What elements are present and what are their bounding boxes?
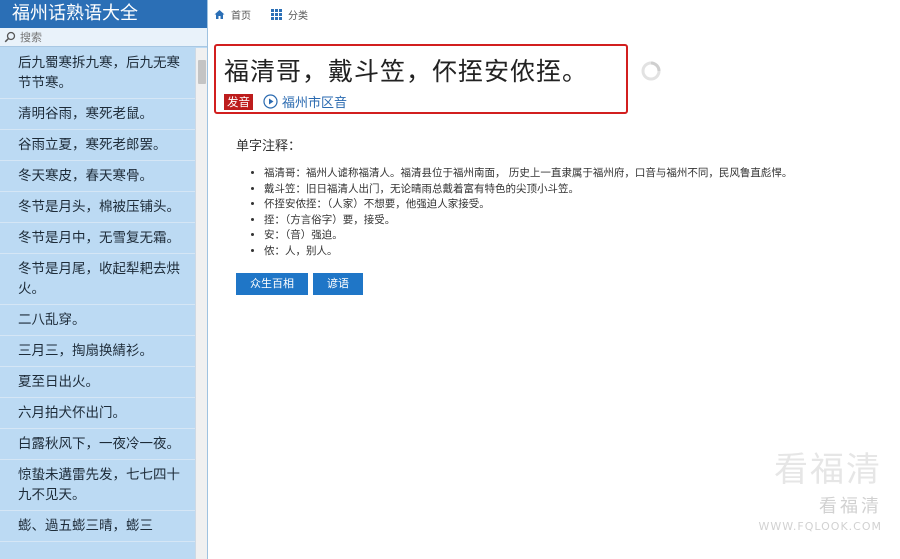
search-icon	[4, 31, 16, 43]
list-item[interactable]: 冬天寒皮，春天寒骨。	[0, 161, 196, 192]
pronunciation-row: 发音 福州市区音	[224, 92, 626, 111]
play-icon	[263, 94, 278, 109]
play-audio-button[interactable]: 福州市区音	[263, 92, 347, 111]
sidebar: 福州话熟语大全 后九蜀寒拆九寒，后九无寒节节寒。 清明谷雨，寒死老鼠。 谷雨立夏…	[0, 0, 208, 559]
list-item[interactable]: 冬节是月中，无雪复无霜。	[0, 223, 196, 254]
search-input[interactable]	[20, 30, 190, 44]
nav-category-label: 分类	[288, 10, 308, 22]
top-nav: 首页 分类	[208, 0, 900, 28]
list-item[interactable]: 蟛、過五蟛三晴，蟛三	[0, 511, 196, 542]
pronounce-badge: 发音	[224, 93, 253, 110]
list-item[interactable]: 冬节是月尾，收起犁耙去烘火。	[0, 254, 196, 305]
list-item[interactable]: 清明谷雨，寒死老鼠。	[0, 99, 196, 130]
loading-spinner-icon	[640, 60, 662, 86]
note-item: 安：（音）强迫。	[264, 228, 876, 244]
phrase-title: 福清哥，戴斗笠，伓挃安侬挃。	[224, 57, 589, 86]
list-item[interactable]: 白露秋风下，一夜冷一夜。	[0, 429, 196, 460]
note-item: 挃：（方言俗字）要，接受。	[264, 213, 876, 229]
nav-category[interactable]: 分类	[271, 7, 308, 22]
list-item[interactable]: 六月拍犬伓出门。	[0, 398, 196, 429]
list-item[interactable]: 夏至日出火。	[0, 367, 196, 398]
watermark-logo: 看福清	[774, 450, 882, 490]
watermark-url: WWW.FQLOOK.COM	[758, 520, 882, 533]
scrollbar-thumb[interactable]	[198, 60, 206, 84]
tag-buttons: 众生百相 谚语	[236, 273, 876, 295]
nav-home[interactable]: 首页	[214, 7, 251, 22]
list-item[interactable]: 谷雨立夏，寒死老郎罢。	[0, 130, 196, 161]
app-title: 福州话熟语大全	[0, 0, 207, 28]
list-item[interactable]: 二八乱穿。	[0, 305, 196, 336]
dialect-label: 福州市区音	[282, 96, 348, 111]
list-item[interactable]: 惊蛰未遘雷先发，七七四十九不见天。	[0, 460, 196, 511]
grid-icon	[271, 8, 282, 20]
tag-button-proverb[interactable]: 谚语	[313, 273, 363, 295]
tag-button-people[interactable]: 众生百相	[236, 273, 308, 295]
search-bar[interactable]	[0, 28, 207, 47]
watermark: 看福清 看福清 WWW.FQLOOK.COM	[712, 450, 882, 550]
note-item: 侬：人，别人。	[264, 244, 876, 260]
home-icon	[214, 9, 225, 19]
watermark-text: 看福清	[819, 496, 882, 517]
list-item[interactable]: 后九蜀寒拆九寒，后九无寒节节寒。	[0, 48, 196, 99]
note-item: 福清哥：福州人谑称福清人。福清县位于福州南面， 历史上一直隶属于福州府，口音与福…	[264, 166, 876, 182]
headline-box: 福清哥，戴斗笠，伓挃安侬挃。 发音 福州市区音	[214, 44, 628, 114]
list-item[interactable]: 三月三，掏扇换綪衫。	[0, 336, 196, 367]
list-item[interactable]: 冬节是月头，棉被压铺头。	[0, 192, 196, 223]
section-title: 单字注释：	[236, 139, 302, 154]
nav-home-label: 首页	[231, 10, 251, 22]
phrase-list: 后九蜀寒拆九寒，后九无寒节节寒。 清明谷雨，寒死老鼠。 谷雨立夏，寒死老郎罢。 …	[0, 48, 196, 542]
note-item: 伓挃安侬挃：（人家）不想要，他强迫人家接受。	[264, 197, 876, 213]
note-item: 戴斗笠：旧日福清人出门，无论晴雨总戴着富有特色的尖顶小斗笠。	[264, 182, 876, 198]
sidebar-scrollbar[interactable]	[195, 48, 207, 559]
annotation-section: 单字注释： 福清哥：福州人谑称福清人。福清县位于福州南面， 历史上一直隶属于福州…	[236, 135, 876, 295]
notes-list: 福清哥：福州人谑称福清人。福清县位于福州南面， 历史上一直隶属于福州府，口音与福…	[236, 166, 876, 259]
